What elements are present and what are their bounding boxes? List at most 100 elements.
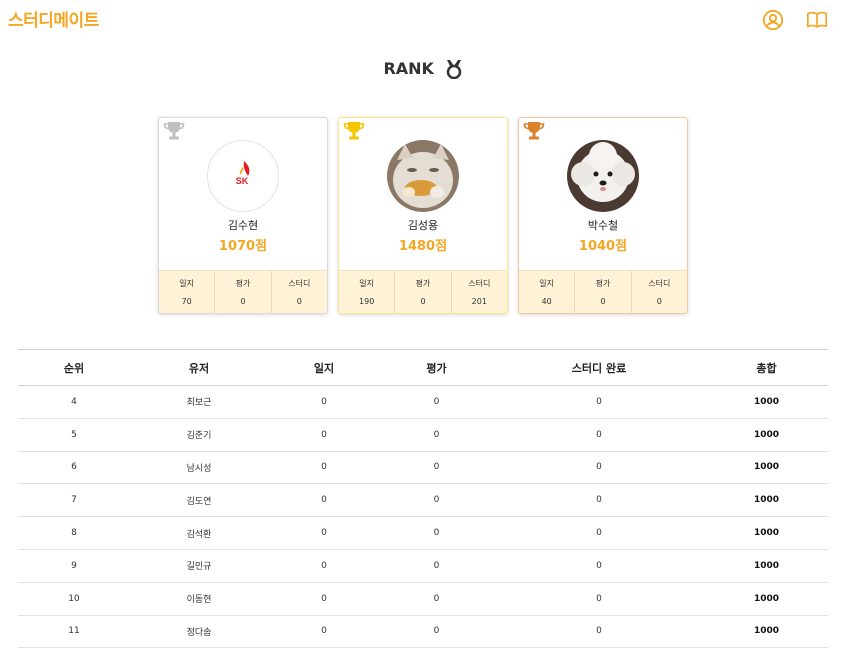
column-header-user: 유저 — [130, 349, 268, 386]
trophy-icon — [343, 122, 365, 140]
stat-study: 스터디 0 — [632, 271, 687, 313]
top-three-podium: SK 김수현 1070점 일지 70 평가 0 스터디 0 김성용 1480점 … — [158, 117, 689, 314]
column-header-journal: 일지 — [268, 349, 380, 386]
stat-label: 일지 — [359, 279, 375, 288]
cell-study: 0 — [493, 483, 705, 518]
cell-study: 0 — [493, 582, 705, 616]
cell-study: 0 — [493, 615, 705, 649]
trophy-icon — [163, 122, 185, 140]
user-score: 1040점 — [578, 239, 628, 254]
stat-value: 0 — [240, 297, 246, 306]
stat-label: 일지 — [539, 279, 555, 288]
rank-card-second[interactable]: SK 김수현 1070점 일지 70 평가 0 스터디 0 — [158, 117, 328, 314]
stat-label: 일지 — [179, 279, 195, 288]
cell-user: 김도연 — [130, 483, 268, 518]
cell-review: 0 — [380, 418, 493, 452]
stat-value: 40 — [541, 297, 552, 306]
user-stats: 일지 190 평가 0 스터디 201 — [339, 270, 507, 313]
stat-review: 평가 0 — [575, 271, 632, 313]
cell-journal: 0 — [268, 451, 380, 485]
cell-user: 이동현 — [130, 582, 268, 616]
cell-journal: 0 — [268, 418, 380, 452]
cell-user: 최보근 — [130, 385, 268, 419]
user-circle-icon[interactable] — [762, 9, 784, 31]
column-header-rank: 순위 — [18, 349, 130, 386]
stat-study: 스터디 0 — [272, 271, 327, 313]
cell-journal: 0 — [268, 582, 380, 616]
cell-journal: 0 — [268, 483, 380, 518]
app-logo[interactable]: 스터디메이트 — [8, 6, 99, 31]
cell-study: 0 — [493, 385, 705, 419]
cell-study: 0 — [493, 451, 705, 485]
stat-review: 평가 0 — [395, 271, 452, 313]
cell-journal: 0 — [268, 615, 380, 649]
table-row[interactable]: 8 김석환 0 0 0 1000 — [18, 516, 828, 550]
cell-journal: 0 — [268, 385, 380, 419]
table-row[interactable]: 7 김도연 0 0 0 1000 — [18, 483, 828, 518]
top-header: 스터디메이트 — [0, 0, 846, 40]
stat-journal: 일지 40 — [519, 271, 576, 313]
cell-rank: 6 — [18, 451, 130, 485]
stat-label: 평가 — [595, 279, 611, 288]
rank-card-third[interactable]: 박수철 1040점 일지 40 평가 0 스터디 0 — [518, 117, 688, 314]
ranking-table-container: 순위 유저 일지 평가 스터디 완료 총합 4 최보근 0 0 0 1000 5… — [18, 349, 828, 649]
cell-review: 0 — [380, 385, 493, 419]
cell-review: 0 — [380, 582, 493, 616]
cell-total: 1000 — [705, 615, 828, 649]
stat-study: 스터디 201 — [452, 271, 507, 313]
cell-user: 정다솜 — [130, 615, 268, 649]
cell-study: 0 — [493, 418, 705, 452]
table-row[interactable]: 6 남시성 0 0 0 1000 — [18, 451, 828, 485]
rank-title-text: RANK — [383, 59, 434, 78]
cell-user: 길민규 — [130, 549, 268, 583]
user-avatar-sk-logo: SK — [207, 140, 279, 212]
column-header-review: 평가 — [380, 349, 493, 386]
cell-review: 0 — [380, 615, 493, 649]
cell-total: 1000 — [705, 549, 828, 583]
cell-total: 1000 — [705, 418, 828, 452]
cell-study: 0 — [493, 549, 705, 583]
stat-value: 70 — [181, 297, 192, 306]
cell-study: 0 — [493, 516, 705, 550]
column-header-total: 총합 — [705, 349, 828, 386]
cell-user: 김준기 — [130, 418, 268, 452]
user-stats: 일지 40 평가 0 스터디 0 — [519, 270, 687, 313]
cell-journal: 0 — [268, 516, 380, 550]
cell-total: 1000 — [705, 516, 828, 550]
cell-total: 1000 — [705, 451, 828, 485]
cell-rank: 5 — [18, 418, 130, 452]
cell-rank: 8 — [18, 516, 130, 550]
user-score: 1070점 — [218, 239, 268, 254]
cell-rank: 11 — [18, 615, 130, 649]
stat-value: 0 — [656, 297, 662, 306]
book-icon[interactable] — [806, 9, 828, 31]
user-stats: 일지 70 평가 0 스터디 0 — [159, 270, 327, 313]
ranking-table: 순위 유저 일지 평가 스터디 완료 총합 4 최보근 0 0 0 1000 5… — [18, 349, 828, 649]
cell-review: 0 — [380, 483, 493, 518]
user-name: 김수현 — [227, 219, 259, 232]
stat-value: 201 — [471, 297, 487, 306]
stat-label: 스터디 — [648, 279, 671, 288]
cell-total: 1000 — [705, 483, 828, 518]
table-row[interactable]: 4 최보근 0 0 0 1000 — [18, 385, 828, 419]
cell-journal: 0 — [268, 549, 380, 583]
cell-user: 남시성 — [130, 451, 268, 485]
stat-value: 0 — [420, 297, 426, 306]
rank-heading: RANK — [0, 58, 846, 79]
stat-value: 190 — [359, 297, 375, 306]
table-row[interactable]: 11 정다솜 0 0 0 1000 — [18, 615, 828, 649]
stat-value: 0 — [600, 297, 606, 306]
user-score: 1480점 — [398, 239, 448, 254]
svg-text:SK: SK — [236, 176, 249, 186]
rank-card-first[interactable]: 김성용 1480점 일지 190 평가 0 스터디 201 — [338, 117, 508, 314]
cell-rank: 4 — [18, 385, 130, 419]
cell-rank: 7 — [18, 483, 130, 518]
table-row[interactable]: 5 김준기 0 0 0 1000 — [18, 418, 828, 452]
cell-review: 0 — [380, 516, 493, 550]
user-name: 박수철 — [587, 219, 619, 232]
medal-icon — [446, 59, 461, 79]
table-row[interactable]: 9 길민규 0 0 0 1000 — [18, 549, 828, 583]
table-row[interactable]: 10 이동현 0 0 0 1000 — [18, 582, 828, 616]
stat-value: 0 — [296, 297, 302, 306]
stat-review: 평가 0 — [215, 271, 272, 313]
